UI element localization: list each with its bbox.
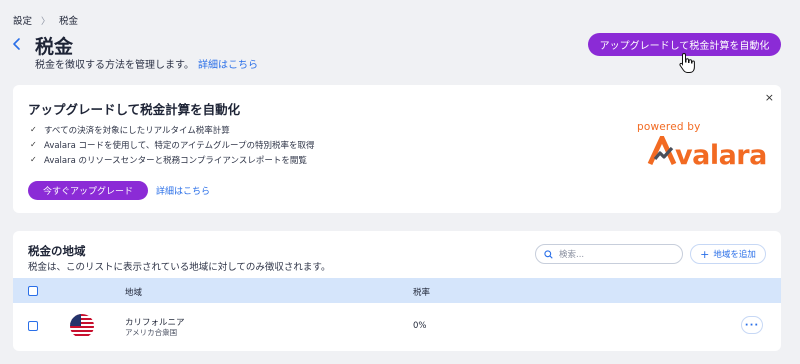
- breadcrumb-tax: 税金: [59, 16, 79, 27]
- svg-text:valara: valara: [675, 140, 767, 166]
- search-input[interactable]: 検索...: [535, 244, 683, 264]
- powered-by-label: powered by: [637, 121, 701, 133]
- breadcrumb-separator: 〉: [41, 16, 51, 27]
- add-region-button[interactable]: + 地域を追加: [690, 244, 766, 264]
- breadcrumb: 設定 〉 税金: [13, 13, 78, 27]
- feature-item: ✓ Avalara コードを使用して、特定のアイテムグループの特別税率を取得: [30, 140, 315, 151]
- table-row[interactable]: カリフォルニア アメリカ合衆国 0% ···: [13, 303, 781, 349]
- page-subtitle: 税金を徴収する方法を管理します。 詳細はこちら: [35, 56, 258, 71]
- check-icon: ✓: [30, 140, 37, 149]
- breadcrumb-settings[interactable]: 設定: [13, 13, 32, 27]
- back-arrow-icon[interactable]: [10, 36, 24, 52]
- feature-item: ✓ すべての決済を対象にしたリアルタイム税率計算: [30, 125, 230, 136]
- regions-description: 税金は、このリストに表示されている地域に対してのみ徴収されます。: [28, 262, 331, 273]
- us-flag-icon: [70, 314, 94, 338]
- check-icon: ✓: [30, 125, 37, 134]
- more-actions-icon[interactable]: ···: [741, 316, 763, 334]
- tax-regions-card: 税金の地域 税金は、このリストに表示されている地域に対してのみ徴収されます。 検…: [13, 231, 781, 351]
- feature-list: ✓ すべての決済を対象にしたリアルタイム税率計算 ✓ Avalara コードを使用し…: [30, 122, 315, 167]
- select-all-checkbox[interactable]: [28, 286, 38, 296]
- row-checkbox[interactable]: [28, 321, 38, 331]
- table-header: 地域 税率: [13, 278, 781, 303]
- avalara-logo: valara: [647, 136, 767, 166]
- region-country: アメリカ合衆国: [125, 328, 178, 337]
- check-icon: ✓: [30, 155, 37, 164]
- column-header-rate[interactable]: 税率: [413, 286, 430, 298]
- tax-rate: 0%: [413, 321, 427, 331]
- search-icon: [544, 249, 553, 259]
- regions-title: 税金の地域: [28, 244, 86, 258]
- add-region-label: 地域を追加: [713, 250, 756, 260]
- upgrade-now-button[interactable]: 今すぐアップグレード: [28, 181, 148, 200]
- column-header-region[interactable]: 地域: [125, 286, 142, 298]
- promo-learn-more-link[interactable]: 詳細はこちら: [156, 184, 210, 197]
- learn-more-link[interactable]: 詳細はこちら: [198, 60, 258, 71]
- feature-item: ✓ Avalara のリソースセンターと税務コンプライアンスレポートを閲覧: [30, 155, 307, 166]
- upgrade-promo-card: × アップグレードして税金計算を自動化 ✓ すべての決済を対象にしたリアルタイム税…: [13, 85, 781, 213]
- subtitle-text: 税金を徴収する方法を管理します。: [35, 60, 194, 71]
- search-placeholder: 検索...: [559, 250, 585, 260]
- promo-title: アップグレードして税金計算を自動化: [28, 102, 241, 117]
- close-icon[interactable]: ×: [765, 91, 774, 104]
- page-title: 税金: [35, 36, 74, 58]
- hand-pointer-icon: [679, 52, 695, 73]
- plus-icon: +: [700, 247, 710, 261]
